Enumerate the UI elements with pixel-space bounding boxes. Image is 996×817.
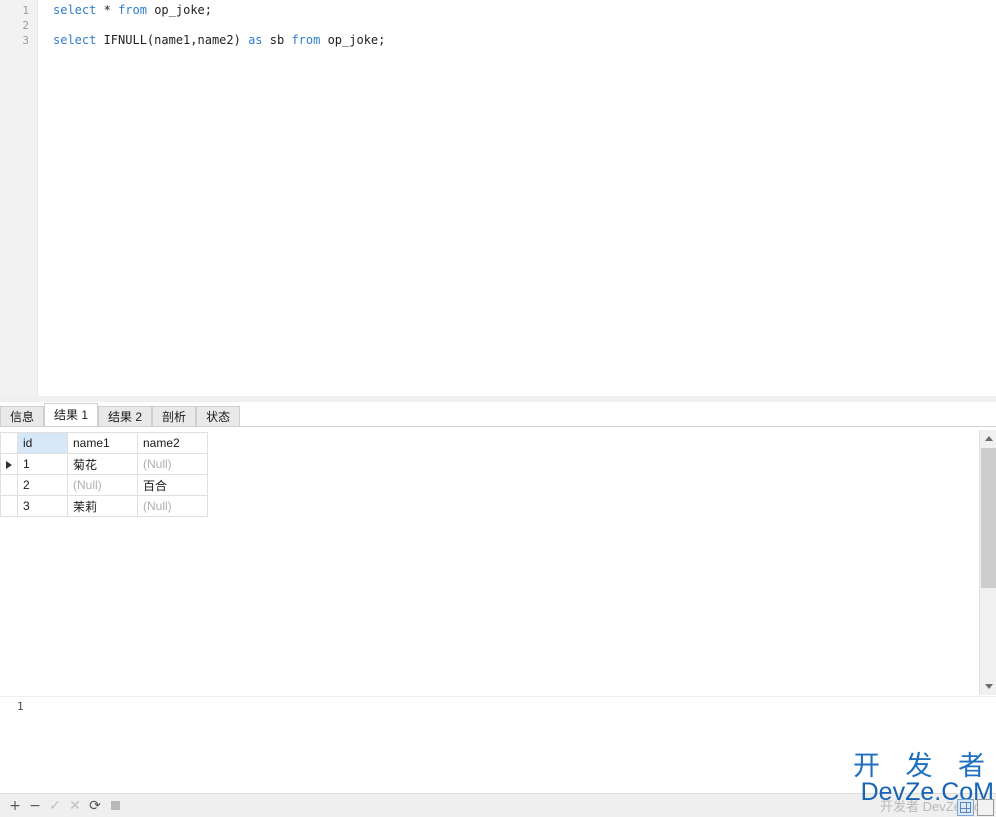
tab-list: 信息 结果 1 结果 2 剖析 状态: [0, 403, 996, 427]
column-header-id[interactable]: id: [17, 432, 68, 454]
tab-label: 结果 1: [54, 408, 89, 422]
scroll-up-button[interactable]: [980, 430, 996, 447]
cell-name1[interactable]: 茉莉: [67, 495, 138, 517]
empty-filler-area: [0, 720, 996, 793]
stop-button: [105, 796, 125, 816]
row-marker-cell[interactable]: [0, 453, 18, 475]
sql-text: sb: [262, 33, 292, 47]
result-grid-pane: id name1 name2 1 菊花 (Null) 2 (Null) 百合 3 茉莉 (Nul…: [0, 428, 996, 696]
table-body: 1 菊花 (Null) 2 (Null) 百合 3 茉莉 (Null): [0, 453, 208, 517]
grid-glyph-icon: [960, 802, 971, 813]
sql-keyword: from: [291, 33, 321, 47]
chevron-up-icon: [984, 436, 993, 441]
cell-name2[interactable]: 百合: [137, 474, 208, 496]
cell-id[interactable]: 3: [17, 495, 68, 517]
cell-name1[interactable]: (Null): [67, 474, 138, 496]
row-marker-cell[interactable]: [0, 474, 18, 496]
tabstrip-divider: [0, 426, 996, 427]
chevron-down-icon: [984, 684, 993, 689]
grid-scroll-area: id name1 name2 1 菊花 (Null) 2 (Null) 百合 3 茉莉 (Nul…: [0, 428, 975, 696]
tab-label: 结果 2: [108, 410, 143, 424]
column-header-name2[interactable]: name2: [137, 432, 208, 454]
cancel-changes-button: ✕: [69, 797, 81, 814]
tab-0[interactable]: 信息: [0, 406, 45, 427]
record-count-bar: 1: [0, 696, 996, 721]
tab-1[interactable]: 结果 1: [44, 403, 99, 427]
tab-4[interactable]: 状态: [196, 406, 241, 427]
sql-keyword: as: [248, 33, 263, 47]
line-number: 2: [22, 19, 29, 32]
row-marker-header: [0, 432, 18, 454]
sql-text: IFNULL(name1,name2): [96, 33, 249, 47]
row-marker-cell[interactable]: [0, 495, 18, 517]
cell-name2[interactable]: (Null): [137, 495, 208, 517]
table-header-row: id name1 name2: [0, 432, 208, 454]
record-count-text: 1: [17, 700, 24, 713]
result-tabs: 信息 结果 1 结果 2 剖析 状态: [0, 403, 996, 427]
tab-label: 状态: [206, 410, 231, 424]
record-navigation-toolbar: + − ✓ ✕ ⟳: [0, 793, 996, 817]
sql-text: op_joke;: [320, 33, 386, 47]
sql-keyword: select: [53, 33, 97, 47]
sql-keyword: select: [53, 3, 97, 17]
delete-record-button[interactable]: −: [25, 796, 45, 816]
result-vertical-scrollbar[interactable]: [979, 430, 996, 695]
table-row[interactable]: 2 (Null) 百合: [0, 474, 208, 496]
cell-id[interactable]: 2: [17, 474, 68, 496]
cell-name2[interactable]: (Null): [137, 453, 208, 475]
editor-splitter[interactable]: [0, 396, 996, 402]
ime-tray[interactable]: [957, 799, 994, 816]
sql-text: *: [103, 3, 111, 17]
stop-square-icon: [110, 801, 120, 810]
tab-3[interactable]: 剖析: [152, 406, 197, 427]
keyboard-layout-icon[interactable]: [957, 799, 974, 816]
editor-line-number-gutter: 1 2 3: [0, 0, 38, 396]
tab-label: 信息: [10, 410, 35, 424]
tab-label: 剖析: [162, 410, 187, 424]
result-table: id name1 name2 1 菊花 (Null) 2 (Null) 百合 3 茉莉 (Nul…: [0, 432, 208, 517]
table-row[interactable]: 3 茉莉 (Null): [0, 495, 208, 517]
sql-code-line[interactable]: select IFNULL(name1,name2) as sb from op…: [53, 33, 996, 48]
cell-name1[interactable]: 菊花: [67, 453, 138, 475]
sql-code-line[interactable]: select * from op_joke;: [53, 3, 996, 18]
tab-2[interactable]: 结果 2: [98, 406, 153, 427]
column-header-name1[interactable]: name1: [67, 432, 138, 454]
sql-text: op_joke;: [146, 3, 212, 17]
sql-keyword: from: [118, 3, 147, 17]
ime-mode-icon[interactable]: [977, 799, 994, 816]
sql-code-area[interactable]: select * from op_joke; select IFNULL(nam…: [38, 0, 996, 396]
apply-changes-button: ✓: [49, 797, 61, 814]
scroll-down-button[interactable]: [980, 678, 996, 695]
cell-id[interactable]: 1: [17, 453, 68, 475]
add-record-button[interactable]: +: [5, 796, 25, 816]
refresh-button[interactable]: ⟳: [85, 796, 105, 816]
line-number: 3: [22, 34, 29, 47]
table-row[interactable]: 1 菊花 (Null): [0, 453, 208, 475]
sql-code-line[interactable]: [53, 18, 996, 33]
current-row-arrow-icon: [6, 460, 12, 469]
sql-editor[interactable]: 1 2 3 select * from op_joke; select IFNU…: [0, 0, 996, 396]
scrollbar-thumb[interactable]: [981, 448, 996, 588]
line-number: 1: [22, 4, 29, 17]
